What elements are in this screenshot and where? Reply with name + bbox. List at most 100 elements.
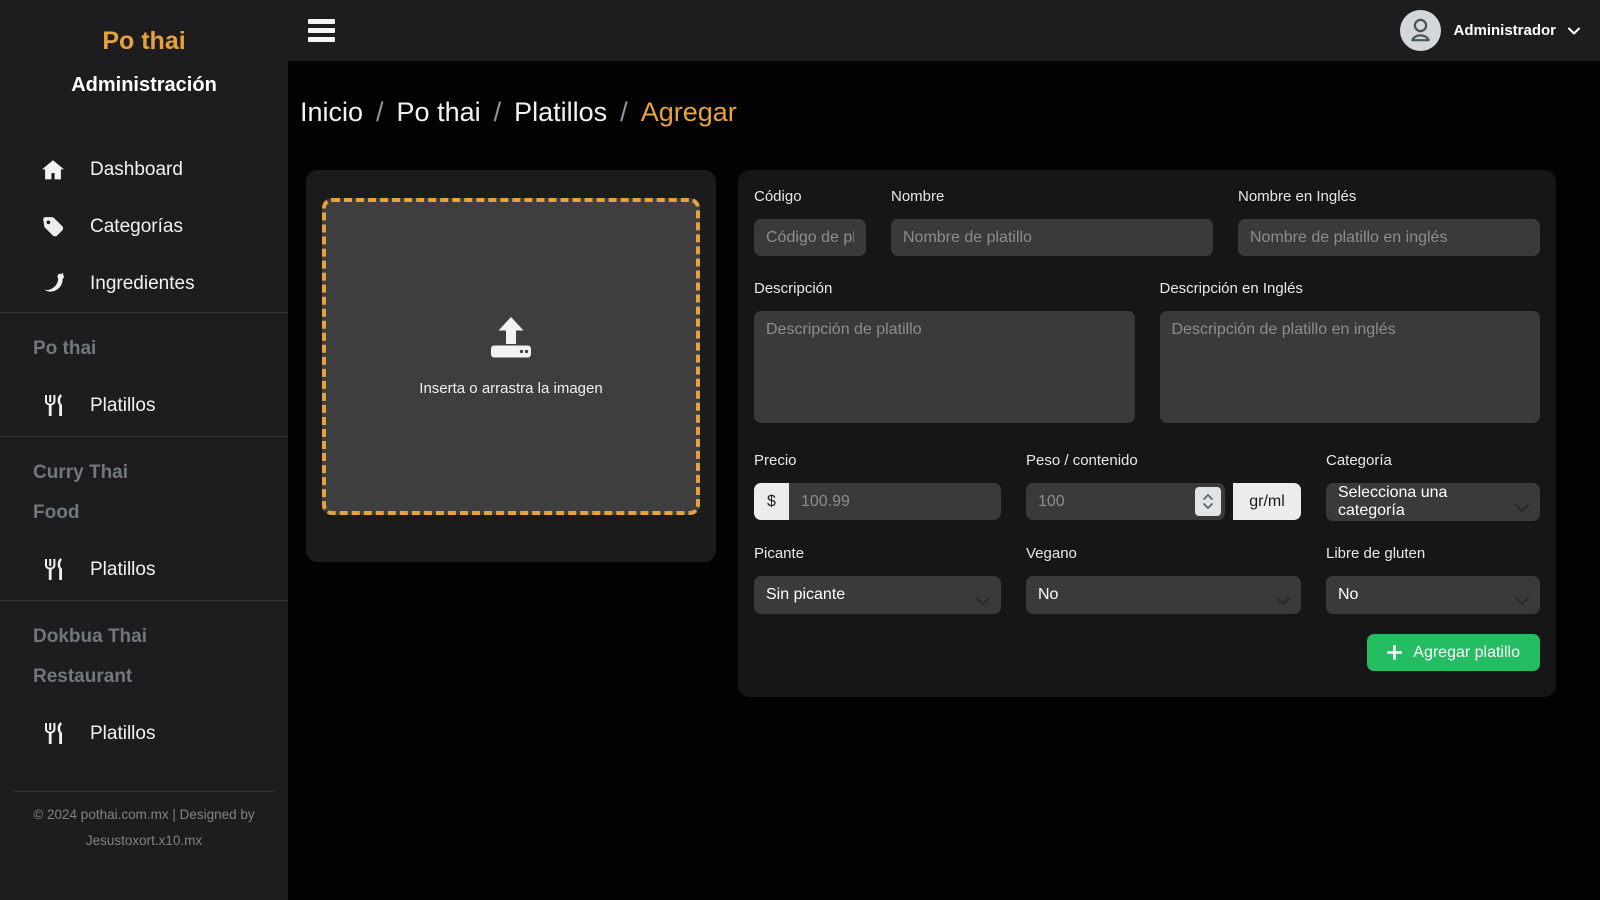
sidebar-item-curry-platillos[interactable]: Platillos (0, 541, 288, 598)
tag-icon (40, 216, 66, 238)
sidebar-item-ingredientes[interactable]: Ingredientes (0, 255, 288, 312)
sidebar-footer: © 2024 pothai.com.mx | Designed by Jesus… (0, 791, 288, 900)
sidebar-item-dashboard[interactable]: Dashboard (0, 141, 288, 198)
topbar: Administrador (288, 0, 1600, 61)
utensils-icon (40, 558, 66, 581)
breadcrumb: Inicio / Po thai / Platillos / Agregar (300, 97, 1600, 128)
home-icon (40, 159, 66, 181)
breadcrumb-separator: / (376, 97, 384, 128)
categoria-select[interactable]: Selecciona una categoría (1326, 483, 1540, 521)
sidebar-item-label: Platillos (90, 723, 155, 745)
picante-value: Sin picante (766, 586, 845, 604)
field-vegano: Vegano No (1026, 545, 1301, 614)
descripcion-ingles-textarea[interactable] (1160, 311, 1541, 423)
user-avatar-icon (1400, 10, 1441, 51)
currency-prefix: $ (754, 483, 789, 520)
codigo-label: Código (754, 188, 866, 205)
field-precio: Precio $ (754, 452, 1001, 521)
sidebar-item-dokbua-platillos[interactable]: Platillos (0, 705, 288, 762)
chevron-down-icon (976, 592, 990, 610)
sidebar-item-label: Platillos (90, 395, 155, 417)
chevron-down-icon (1276, 592, 1290, 610)
add-dish-form: Código Nombre Nombre en Inglés Descripci (738, 170, 1556, 697)
field-peso: Peso / contenido gr/ml (1026, 452, 1301, 521)
field-libre-de-gluten: Libre de gluten No (1326, 545, 1540, 614)
picante-select[interactable]: Sin picante (754, 576, 1001, 614)
sidebar-section-pothai: Po thai Platillos (0, 312, 288, 436)
breadcrumb-active-agregar: Agregar (641, 97, 737, 128)
dropzone-text: Inserta o arrastra la imagen (419, 380, 602, 397)
footer-line1: © 2024 pothai.com.mx | Designed by (20, 802, 268, 828)
sidebar-section-curry: Curry Thai Food Platillos (0, 436, 288, 600)
field-descripcion: Descripción (754, 280, 1135, 428)
image-upload-card: Inserta o arrastra la imagen (306, 170, 716, 562)
sidebar-section-header: Po thai (0, 329, 288, 369)
nombre-input[interactable] (891, 219, 1213, 256)
categoria-label: Categoría (1326, 452, 1540, 469)
content: Inicio / Po thai / Platillos / Agregar I… (288, 61, 1600, 900)
breadcrumb-platillos[interactable]: Platillos (514, 97, 607, 128)
vegano-value: No (1038, 586, 1058, 604)
picante-label: Picante (754, 545, 1001, 562)
descripcion-ingles-label: Descripción en Inglés (1160, 280, 1541, 297)
sidebar-item-label: Platillos (90, 559, 155, 581)
vegano-label: Vegano (1026, 545, 1301, 562)
peso-label: Peso / contenido (1026, 452, 1301, 469)
breadcrumb-separator: / (494, 97, 502, 128)
libre-de-gluten-value: No (1338, 586, 1358, 604)
descripcion-label: Descripción (754, 280, 1135, 297)
sidebar-section-header: Dokbua Thai Restaurant (0, 617, 288, 697)
sidebar-section-header: Curry Thai Food (0, 453, 288, 533)
nombre-ingles-input[interactable] (1238, 219, 1540, 256)
work-row: Inserta o arrastra la imagen Código Nomb… (306, 170, 1600, 697)
codigo-input[interactable] (754, 219, 866, 256)
precio-label: Precio (754, 452, 1001, 469)
hamburger-icon[interactable] (304, 15, 339, 46)
upload-icon (488, 317, 534, 364)
pepper-icon (40, 273, 66, 295)
field-codigo: Código (754, 188, 866, 256)
main-area: Administrador Inicio / Po thai / Platill… (288, 0, 1600, 900)
chevron-down-icon (1515, 592, 1529, 610)
user-name: Administrador (1453, 22, 1556, 39)
chevron-down-icon (1568, 22, 1580, 40)
sidebar-section-dokbua: Dokbua Thai Restaurant Platillos (0, 600, 288, 764)
utensils-icon (40, 722, 66, 745)
sidebar: Po thai Administración Dashboard Categor… (0, 0, 288, 900)
sidebar-item-label: Dashboard (90, 159, 183, 181)
breadcrumb-separator: / (620, 97, 628, 128)
precio-input[interactable] (789, 483, 1001, 520)
agregar-platillo-label: Agregar platillo (1413, 644, 1520, 662)
sidebar-subtitle: Administración (0, 74, 288, 97)
libre-de-gluten-label: Libre de gluten (1326, 545, 1540, 562)
sidebar-nav: Dashboard Categorías Ingredientes (0, 141, 288, 312)
footer-credits: © 2024 pothai.com.mx | Designed by Jesus… (0, 792, 288, 900)
field-nombre: Nombre (891, 188, 1213, 256)
nombre-label: Nombre (891, 188, 1213, 205)
field-categoria: Categoría Selecciona una categoría (1326, 452, 1540, 521)
nombre-ingles-label: Nombre en Inglés (1238, 188, 1540, 205)
sidebar-item-pothai-platillos[interactable]: Platillos (0, 377, 288, 434)
unit-suffix: gr/ml (1233, 483, 1301, 520)
descripcion-textarea[interactable] (754, 311, 1135, 423)
field-picante: Picante Sin picante (754, 545, 1001, 614)
categoria-value: Selecciona una categoría (1338, 484, 1506, 520)
submit-row: Agregar platillo (754, 634, 1540, 671)
field-nombre-ingles: Nombre en Inglés (1238, 188, 1540, 256)
plus-icon (1387, 645, 1402, 660)
sidebar-item-categorias[interactable]: Categorías (0, 198, 288, 255)
utensils-icon (40, 394, 66, 417)
breadcrumb-inicio[interactable]: Inicio (300, 97, 363, 128)
field-descripcion-ingles: Descripción en Inglés (1160, 280, 1541, 428)
sidebar-item-label: Ingredientes (90, 273, 195, 295)
breadcrumb-pothai[interactable]: Po thai (397, 97, 481, 128)
chevron-down-icon (1515, 499, 1529, 517)
user-menu[interactable]: Administrador (1400, 10, 1580, 51)
image-dropzone[interactable]: Inserta o arrastra la imagen (322, 198, 700, 515)
footer-line2: Jesustoxort.x10.mx (20, 828, 268, 854)
number-spinner[interactable] (1195, 487, 1221, 516)
vegano-select[interactable]: No (1026, 576, 1301, 614)
libre-de-gluten-select[interactable]: No (1326, 576, 1540, 614)
agregar-platillo-button[interactable]: Agregar platillo (1367, 634, 1540, 671)
sidebar-item-label: Categorías (90, 216, 183, 238)
